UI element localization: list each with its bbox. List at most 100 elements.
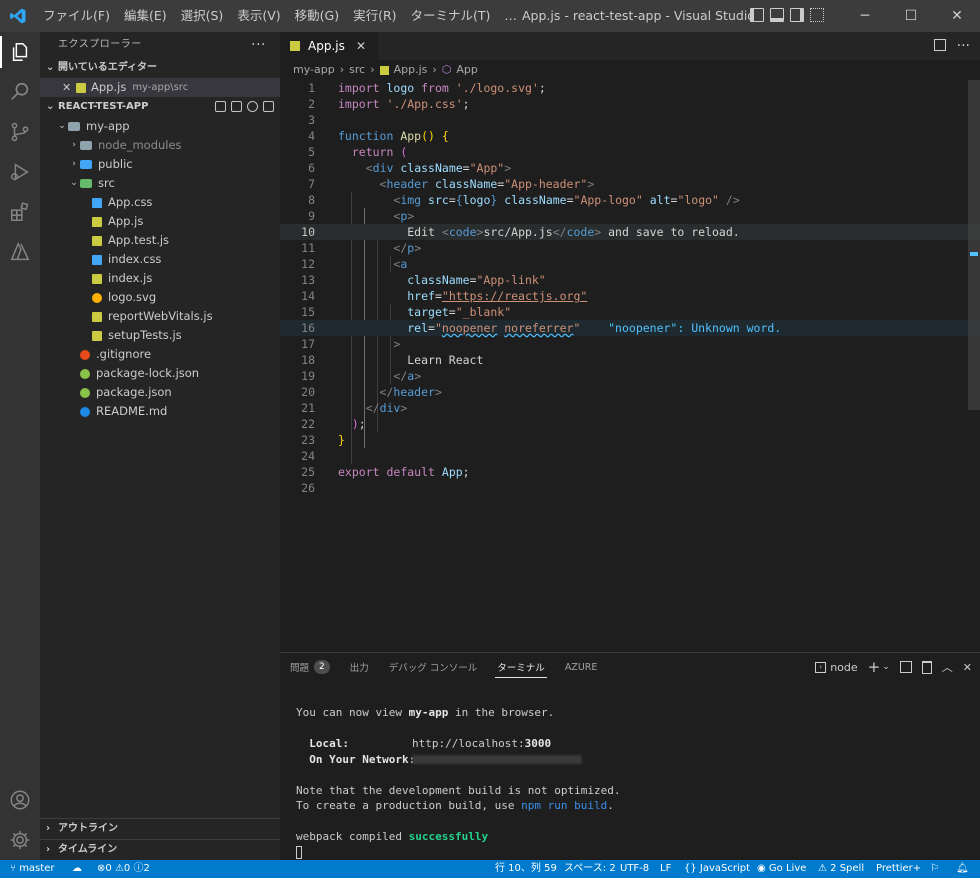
end-of-line[interactable]: LF — [660, 860, 671, 878]
sync-icon[interactable]: ☁ — [72, 860, 82, 878]
tab-azure-label: AZURE — [564, 661, 598, 673]
code-line: 3 — [308, 113, 315, 127]
split-editor-icon[interactable] — [934, 39, 946, 51]
tree-item[interactable]: .gitignore — [40, 345, 280, 364]
tab-output[interactable]: 出力 — [350, 653, 369, 681]
tree-item[interactable]: App.test.js — [40, 231, 280, 250]
tab-label: App.js — [308, 39, 345, 53]
tree-item[interactable]: reportWebVitals.js — [40, 307, 280, 326]
menu-edit[interactable]: 編集(E) — [117, 0, 174, 32]
branch-status[interactable]: ⑂ master — [10, 860, 54, 878]
menu-selection[interactable]: 選択(S) — [174, 0, 231, 32]
menu-terminal[interactable]: ターミナル(T) — [404, 0, 498, 32]
extensions-icon[interactable] — [0, 192, 40, 232]
tree-item[interactable]: logo.svg — [40, 288, 280, 307]
new-terminal-icon[interactable]: + — [868, 658, 881, 676]
tree-item[interactable]: package.json — [40, 383, 280, 402]
tab-azure[interactable]: AZURE — [565, 653, 598, 681]
git-file-icon — [80, 349, 90, 360]
menu-go[interactable]: 移動(G) — [288, 0, 346, 32]
tree-item[interactable]: › node_modules — [40, 136, 280, 155]
language-mode[interactable]: {} JavaScript — [684, 860, 750, 878]
maximize-icon[interactable]: ☐ — [888, 0, 934, 32]
menu-more[interactable]: … — [497, 0, 524, 32]
project-section[interactable]: ⌄ REACT-TEST-APP — [40, 97, 280, 117]
run-debug-icon[interactable] — [0, 152, 40, 192]
tree-item[interactable]: README.md — [40, 402, 280, 421]
toggle-panel-icon[interactable] — [770, 8, 784, 22]
trash-icon[interactable] — [921, 660, 932, 674]
more-actions-icon[interactable]: ··· — [957, 32, 970, 60]
terminal-output[interactable]: You can now view my-app in the browser. … — [296, 705, 621, 860]
code-line: 6 <div className="App"> — [308, 161, 512, 175]
feedback-icon[interactable]: ⚐ — [930, 860, 939, 878]
tree-item[interactable]: package-lock.json — [40, 364, 280, 383]
timeline-section[interactable]: › タイムライン — [40, 839, 280, 860]
toggle-sidebar-icon[interactable] — [750, 8, 764, 22]
tab-debug-console[interactable]: デバッグ コンソール — [389, 653, 478, 681]
tree-item[interactable]: App.css — [40, 193, 280, 212]
editor-scrollbar[interactable] — [968, 80, 980, 410]
braces-icon: {} — [684, 863, 697, 874]
cursor-position[interactable]: 行 10、列 59 — [495, 860, 557, 878]
chevron-down-icon[interactable]: ⌄ — [882, 662, 890, 672]
terminal-name[interactable]: node — [830, 661, 857, 674]
more-actions-icon[interactable]: ··· — [251, 32, 266, 58]
notifications-bell-icon[interactable]: 🔔︎ — [956, 860, 969, 878]
account-icon[interactable] — [0, 780, 40, 820]
js-file-icon — [379, 65, 389, 75]
folder-icon — [80, 141, 92, 150]
code-line: 26 — [301, 481, 315, 495]
tab-terminal[interactable]: ターミナル — [495, 653, 547, 681]
explorer-icon[interactable] — [0, 32, 40, 72]
close-editor-icon[interactable]: ✕ — [62, 78, 76, 97]
tree-item[interactable]: ⌄ my-app — [40, 117, 280, 136]
source-control-icon[interactable] — [0, 112, 40, 152]
menu-view[interactable]: 表示(V) — [230, 0, 287, 32]
menu-file[interactable]: ファイル(F) — [36, 0, 117, 32]
customize-layout-icon[interactable] — [810, 8, 824, 22]
outline-section[interactable]: › アウトライン — [40, 818, 280, 839]
breadcrumb-my-app[interactable]: my-app — [293, 60, 335, 80]
tab-app-js[interactable]: App.js ✕ — [280, 32, 378, 60]
go-live-label: Go Live — [768, 863, 807, 874]
toggle-secondary-sidebar-icon[interactable] — [790, 8, 804, 22]
open-editors-section[interactable]: ⌄ 開いているエディター — [40, 58, 280, 78]
close-tab-icon[interactable]: ✕ — [356, 39, 366, 53]
indentation[interactable]: スペース: 2 — [564, 860, 616, 878]
code-line: 25 export default App; — [301, 465, 470, 479]
search-icon[interactable] — [0, 72, 40, 112]
open-editor-item[interactable]: ✕ App.js my-app\src — [40, 78, 280, 97]
tree-item-label: index.css — [108, 252, 162, 266]
encoding[interactable]: UTF-8 — [620, 860, 649, 878]
breadcrumb-symbol[interactable]: App — [456, 60, 478, 80]
tree-item[interactable]: › public — [40, 155, 280, 174]
settings-gear-icon[interactable] — [0, 820, 40, 860]
refresh-icon[interactable] — [247, 101, 258, 112]
menu-run[interactable]: 実行(R) — [346, 0, 403, 32]
tree-item[interactable]: App.js — [40, 212, 280, 231]
tree-item[interactable]: index.css — [40, 250, 280, 269]
tab-problems[interactable]: 問題 2 — [290, 653, 330, 681]
prettier-status[interactable]: Prettier+ — [876, 860, 921, 878]
breadcrumb-src[interactable]: src — [349, 60, 365, 80]
collapse-all-icon[interactable] — [263, 101, 274, 112]
code-editor[interactable]: 1 import logo from './logo.svg'; 2 import … — [280, 80, 980, 652]
tree-item[interactable]: setupTests.js — [40, 326, 280, 345]
close-window-icon[interactable]: ✕ — [934, 0, 980, 32]
tree-item-label: node_modules — [98, 138, 182, 152]
tree-item[interactable]: index.js — [40, 269, 280, 288]
spell-status[interactable]: ⚠ 2 Spell — [818, 860, 864, 878]
new-folder-icon[interactable] — [231, 101, 242, 112]
azure-icon[interactable] — [0, 232, 40, 272]
close-panel-icon[interactable]: ✕ — [963, 661, 972, 674]
tree-item[interactable]: ⌄ src — [40, 174, 280, 193]
go-live-button[interactable]: ◉ Go Live — [757, 860, 806, 878]
problems-status[interactable]: ⊗0 ⚠0 ⓘ2 — [97, 860, 150, 878]
maximize-panel-icon[interactable]: ︿ — [942, 659, 953, 675]
minimize-icon[interactable]: ─ — [842, 0, 888, 32]
breadcrumb-file[interactable]: App.js — [394, 60, 428, 80]
js-file-icon — [92, 273, 102, 284]
new-file-icon[interactable] — [215, 101, 226, 112]
split-terminal-icon[interactable] — [899, 661, 912, 673]
